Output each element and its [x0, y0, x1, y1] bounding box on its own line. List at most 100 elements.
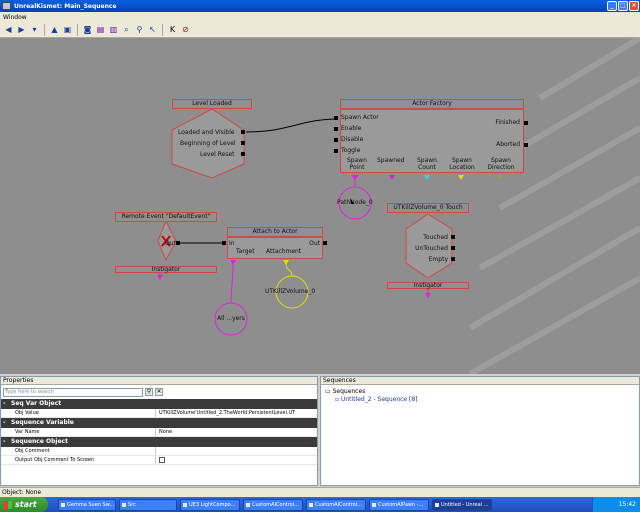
back-icon[interactable]: ◀ [3, 24, 14, 35]
actor-factory-title[interactable]: Actor Factory [340, 99, 524, 109]
prop-value[interactable] [156, 456, 317, 464]
minimize-button[interactable]: _ [607, 1, 617, 11]
level-loaded-conn-0[interactable] [241, 130, 245, 134]
tree-item-root[interactable]: ▭ Sequences [325, 388, 365, 395]
taskbar-item-4[interactable]: CustomAIControl... [306, 498, 366, 511]
properties-panel: Properties Type here to search ⚲ ✕ Seq V… [0, 376, 318, 486]
level-loaded-title[interactable]: Level Loaded [172, 99, 252, 109]
actor-factory-out-conn-0[interactable] [524, 121, 528, 125]
touch-out-1: UnTouched [415, 245, 448, 252]
attach-to-actor-var-1: Attachment [266, 248, 302, 255]
forward-icon[interactable]: ▶ [16, 24, 27, 35]
prop-row-var-name[interactable]: Var Name None [1, 428, 317, 437]
touch-title[interactable]: UTKillZVolume_0 Touch [387, 203, 469, 213]
menu-window[interactable]: Window [3, 14, 27, 21]
attach-to-actor-var-0: Target [236, 248, 255, 255]
remote-event-out-conn[interactable] [176, 241, 180, 245]
windows-logo-icon [4, 500, 12, 509]
actor-factory-in-1: Enable [341, 125, 362, 132]
remote-event-title[interactable]: Remote Event "DefaultEvent" [115, 212, 217, 222]
camera-icon[interactable]: ◙ [82, 24, 93, 35]
kismet-canvas[interactable]: Level Loaded Loaded and Visible Beginnin… [0, 38, 640, 374]
taskbar-item-5[interactable]: CustomAIPawn -... [369, 498, 429, 511]
folder-icon: ▭ [325, 388, 333, 395]
prop-value[interactable]: None [156, 428, 317, 436]
actor-factory-in-conn-3[interactable] [334, 149, 338, 153]
taskbar-item-2[interactable]: UE3 LightCompo... [180, 498, 240, 511]
actor-factory-in-0: Spawn Actor [341, 114, 379, 121]
prop-row-obj-comment[interactable]: Obj Comment [1, 447, 317, 456]
touch-out-conn-2[interactable] [451, 257, 455, 261]
section-seq-var-object[interactable]: Seq Var Object [1, 399, 317, 409]
prop-name: Obj Value [1, 409, 156, 417]
kismet-window: UnrealKismet: Main_Sequence _ □ × Window… [0, 0, 640, 512]
stop-icon[interactable]: ⊘ [180, 24, 191, 35]
path-node-label: PathNode_0 [337, 199, 373, 206]
properties-header: Properties [1, 377, 317, 385]
prop-row-obj-value[interactable]: Obj Value UTKillZVolume'Untitled_2.TheWo… [1, 409, 317, 418]
touch-out-2: Empty [428, 256, 448, 263]
prop-name: Obj Comment [1, 447, 156, 455]
parent-sequence-icon[interactable]: ▲ [49, 24, 60, 35]
title-bar: UnrealKismet: Main_Sequence _ □ × [0, 0, 640, 12]
actor-factory-in-conn-1[interactable] [334, 127, 338, 131]
actor-factory-in-conn-0[interactable] [334, 116, 338, 120]
attach-to-actor-in-conn[interactable] [222, 241, 226, 245]
actor-factory-out-0: Finished [495, 119, 520, 126]
search-icon[interactable]: ⚲ [134, 24, 145, 35]
actor-factory-var-4: Spawn Direction [487, 157, 515, 171]
clock[interactable]: 15:42 [619, 501, 636, 508]
status-bar: Object: None [0, 487, 640, 497]
hide-connectors-icon[interactable]: ▤ [95, 24, 106, 35]
touch-out-conn-1[interactable] [451, 246, 455, 250]
actor-factory-in-2: Disable [341, 136, 364, 143]
actor-factory-in-conn-2[interactable] [334, 138, 338, 142]
prop-value[interactable] [156, 447, 317, 455]
attach-to-actor-out-conn[interactable] [323, 241, 327, 245]
section-sequence-object[interactable]: Sequence Object [1, 437, 317, 447]
maximize-button[interactable]: □ [618, 1, 628, 11]
killz-volume-label: UTKillZVolume_0 [265, 288, 316, 295]
actor-factory-var-2: Spawn Count [416, 157, 437, 171]
touch-out-conn-0[interactable] [451, 235, 455, 239]
level-loaded-out-2: Level Reset [200, 151, 235, 158]
actor-factory-var-0: Spawn Point [346, 157, 367, 171]
clear-search-icon[interactable]: ✕ [155, 388, 163, 396]
actor-factory-var-3: Spawn Location [449, 157, 475, 171]
select-icon[interactable]: ↖ [147, 24, 158, 35]
level-loaded-conn-1[interactable] [241, 141, 245, 145]
section-sequence-variable[interactable]: Sequence Variable [1, 418, 317, 428]
remote-event-out: Out [165, 240, 176, 247]
remote-event-instigator[interactable]: Instigator [115, 266, 217, 273]
prop-value[interactable]: UTKillZVolume'Untitled_2.TheWorld:Persis… [156, 409, 317, 417]
kismet-k-icon[interactable]: K [167, 24, 178, 35]
taskbar-item-3[interactable]: CustomAIControl... [243, 498, 303, 511]
taskbar-item-6[interactable]: Untitled - Unreal ... [432, 498, 492, 511]
output-comment-checkbox[interactable] [159, 456, 165, 463]
taskbar-item-0[interactable]: Gemma Suen Sw... [58, 498, 116, 511]
touch-instigator[interactable]: Instigator [387, 282, 469, 289]
actor-factory-in-3: Toggle [341, 147, 361, 154]
level-loaded-conn-2[interactable] [241, 152, 245, 156]
actor-factory-out-conn-1[interactable] [524, 143, 528, 147]
taskbar-item-1[interactable]: Src [119, 498, 177, 511]
search-icon[interactable]: ⚲ [145, 388, 153, 396]
system-tray: 15:42 [592, 497, 640, 512]
history-dropdown-icon[interactable]: ▾ [29, 24, 40, 35]
level-loaded-out-0: Loaded and Visible [178, 129, 235, 136]
attach-to-actor-title[interactable]: Attach to Actor [227, 227, 323, 237]
properties-search-input[interactable]: Type here to search [3, 387, 143, 397]
zoom-to-fit-icon[interactable]: ⌕ [121, 24, 132, 35]
tree-item-sequence[interactable]: ▫ Untitled_2 - Sequence [8] [335, 396, 418, 403]
start-button[interactable]: start [0, 497, 48, 512]
properties-search-row: Type here to search ⚲ ✕ [1, 385, 317, 399]
level-loaded-out-1: Beginning of Level [180, 140, 236, 147]
show-connectors-icon[interactable]: ▥ [108, 24, 119, 35]
all-players-label: All ...yers [217, 315, 245, 322]
close-button[interactable]: × [629, 1, 639, 11]
prop-row-output-comment[interactable]: Output Obj Comment To Screen [1, 456, 317, 465]
toolbar: ◀ ▶ ▾ ▲ ▣ ◙ ▤ ▥ ⌕ ⚲ ↖ K ⊘ [0, 22, 640, 38]
prop-name: Var Name [1, 428, 156, 436]
rename-sequence-icon[interactable]: ▣ [62, 24, 73, 35]
actor-factory-var-1: Spawned [377, 157, 405, 164]
